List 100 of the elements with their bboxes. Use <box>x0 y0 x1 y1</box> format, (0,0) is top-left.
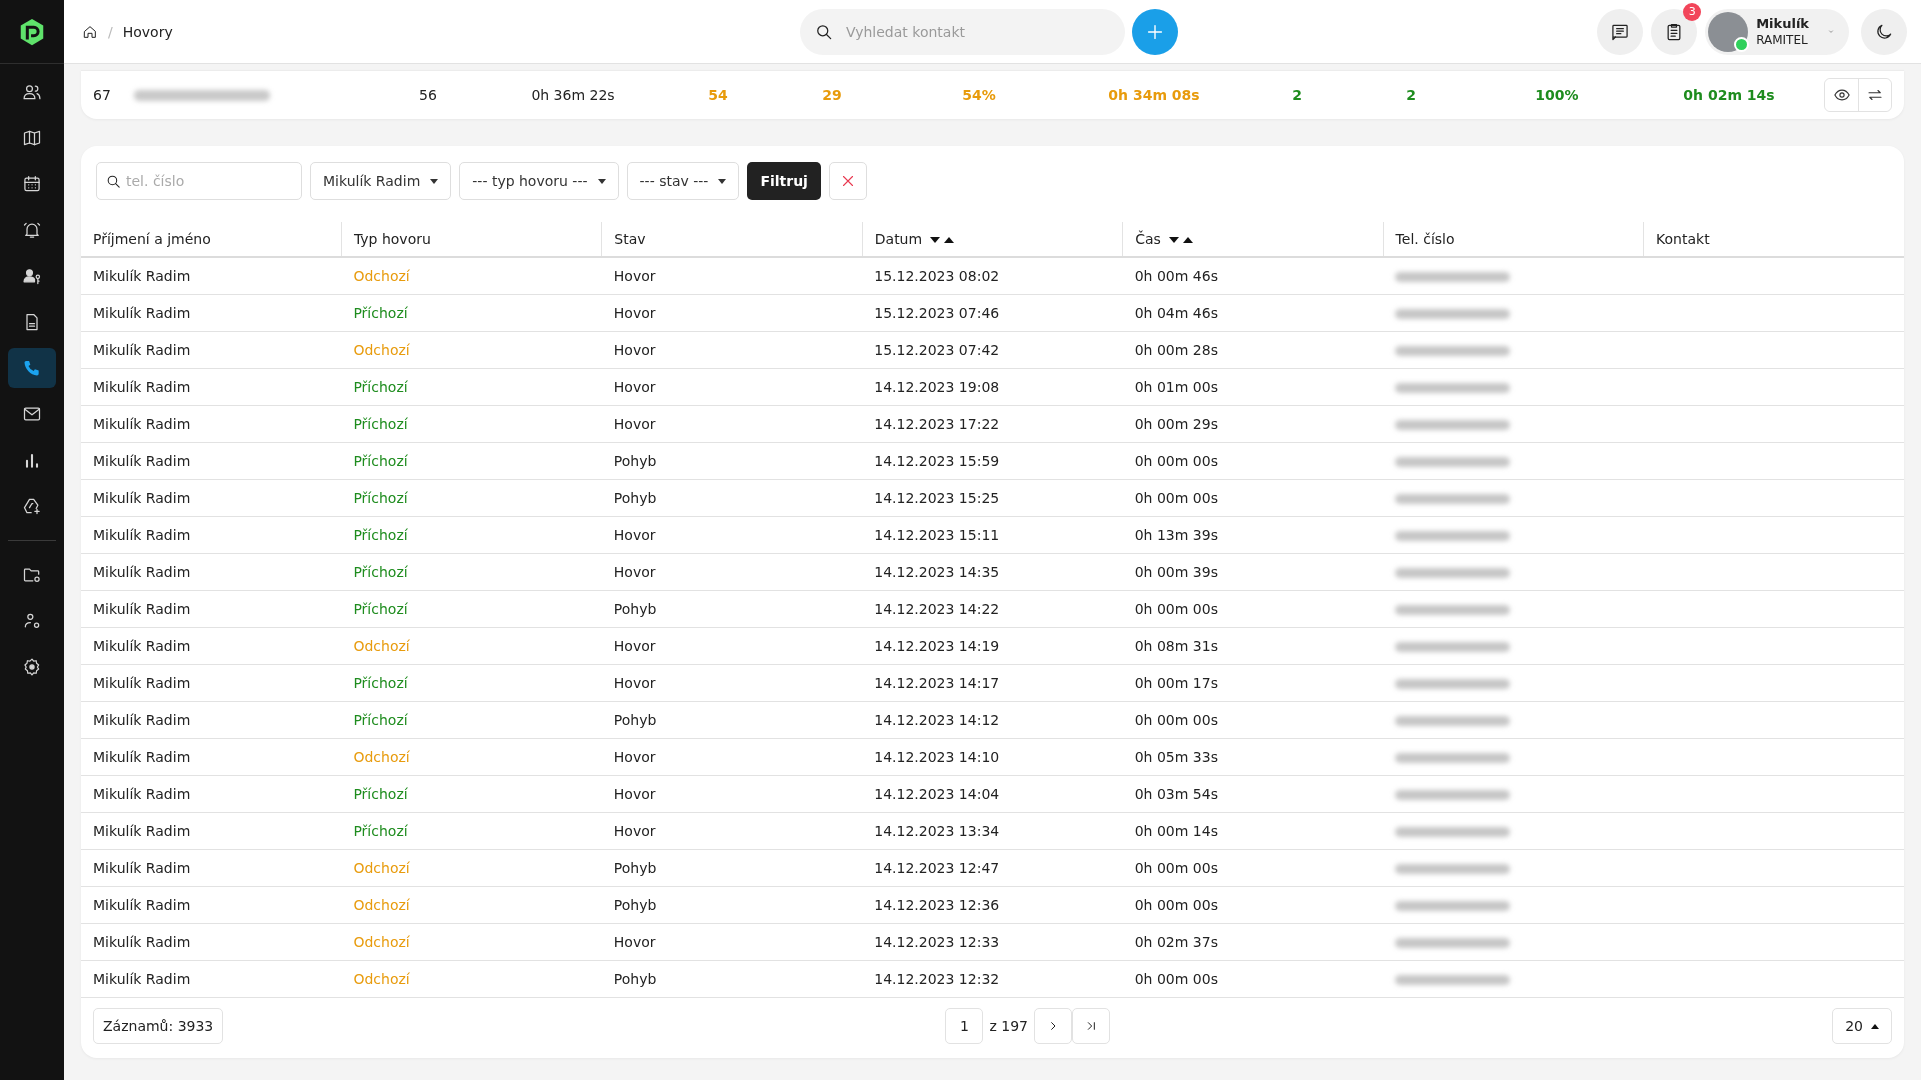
call-type: Příchozí <box>341 405 602 443</box>
call-duration: 0h 00m 39s <box>1122 553 1384 591</box>
column-header: Kontakt <box>1643 222 1904 257</box>
sidebar-item[interactable] <box>8 348 56 388</box>
contact-name: Mikulík Radim <box>81 664 342 702</box>
dark-mode-button[interactable] <box>1861 8 1907 55</box>
call-type: Příchozí <box>341 294 602 332</box>
call-type: Odchozí <box>341 627 602 665</box>
settings-icon <box>22 657 42 677</box>
call-date: 14.12.2023 14:10 <box>862 738 1123 776</box>
contact-name: Mikulík Radim <box>81 849 342 887</box>
summary-value: 54% <box>961 87 997 103</box>
caret-down-icon <box>718 178 727 184</box>
call-date: 14.12.2023 14:35 <box>862 553 1123 591</box>
bell-icon <box>22 220 42 240</box>
contact-name: Mikulík Radim <box>81 553 342 591</box>
contact-name: Mikulík Radim <box>81 627 342 665</box>
call-date: 14.12.2023 14:19 <box>862 627 1123 665</box>
call-duration: 0h 00m 29s <box>1122 405 1384 443</box>
call-state: Pohyb <box>601 590 863 628</box>
summary-value: 56 <box>418 87 438 103</box>
summary-value: 100% <box>1534 87 1580 103</box>
call-type: Příchozí <box>341 775 602 813</box>
call-date: 14.12.2023 14:12 <box>862 701 1123 739</box>
call-date: 14.12.2023 12:33 <box>862 923 1123 961</box>
call-type: Příchozí <box>341 590 602 628</box>
call-date: 14.12.2023 17:22 <box>862 405 1123 443</box>
call-date: 14.12.2023 14:22 <box>862 590 1123 628</box>
person-key-icon <box>22 266 42 286</box>
call-duration: 0h 00m 14s <box>1122 812 1384 850</box>
call-state: Hovor <box>601 516 863 554</box>
call-duration: 0h 02m 37s <box>1122 923 1384 961</box>
call-state: Pohyb <box>601 960 863 998</box>
call-state: Pohyb <box>601 701 863 739</box>
breadcrumb-current: Hovory <box>122 23 173 40</box>
warning-add-icon <box>22 496 42 516</box>
phone-icon <box>22 358 42 378</box>
summary-value: 29 <box>821 87 843 103</box>
contact-name: Mikulík Radim <box>81 886 342 924</box>
call-date: 14.12.2023 12:32 <box>862 960 1123 998</box>
call-date: 15.12.2023 08:02 <box>862 257 1123 295</box>
person-gear-icon <box>22 611 42 631</box>
contact-name: Mikulík Radim <box>81 257 342 295</box>
call-duration: 0h 00m 00s <box>1122 479 1384 517</box>
call-type: Odchozí <box>341 738 602 776</box>
column-header[interactable]: Čas <box>1122 222 1384 257</box>
filter-dropdown[interactable]: --- stav --- <box>626 162 740 200</box>
call-state: Hovor <box>601 923 863 961</box>
call-state: Hovor <box>601 368 863 406</box>
column-header[interactable]: Datum <box>862 222 1123 257</box>
call-duration: 0h 00m 46s <box>1122 257 1384 295</box>
summary-value: 0h 36m 22s <box>530 87 616 103</box>
call-duration: 0h 03m 54s <box>1122 775 1384 813</box>
sort-icon[interactable] <box>1168 237 1193 243</box>
filter-dropdown[interactable]: Mikulík Radim <box>310 162 452 200</box>
call-type: Příchozí <box>341 516 602 554</box>
caret-down-icon <box>597 178 606 184</box>
calendar-icon <box>22 174 42 194</box>
add-button[interactable] <box>1132 8 1178 55</box>
call-date: 14.12.2023 19:08 <box>862 368 1123 406</box>
call-type: Příchozí <box>341 442 602 480</box>
tasks-button[interactable] <box>1651 8 1698 55</box>
page-total: z 197 <box>989 1018 1028 1034</box>
call-date: 14.12.2023 14:17 <box>862 664 1123 702</box>
call-state: Hovor <box>601 405 863 443</box>
page-size-select[interactable]: 20 <box>1832 1008 1892 1044</box>
call-type: Příchozí <box>341 368 602 406</box>
contact-search-field[interactable]: Vyhledat kontakt <box>800 8 1125 55</box>
home-icon[interactable] <box>82 23 98 40</box>
filter-dropdown[interactable]: --- typ hovoru --- <box>459 162 619 200</box>
column-header: Stav <box>601 222 863 257</box>
call-duration: 0h 00m 00s <box>1122 701 1384 739</box>
call-duration: 0h 05m 33s <box>1122 738 1384 776</box>
sort-icon[interactable] <box>930 237 955 243</box>
summary-value: 54 <box>707 87 729 103</box>
call-date: 14.12.2023 15:25 <box>862 479 1123 517</box>
call-type: Příchozí <box>341 553 602 591</box>
filter-button[interactable]: Filtruj <box>747 162 821 200</box>
call-type: Příchozí <box>341 812 602 850</box>
contact-name: Mikulík Radim <box>81 701 342 739</box>
call-type: Odchozí <box>341 886 602 924</box>
page-number-field[interactable]: 1 <box>945 1008 984 1044</box>
contact-name: Mikulík Radim <box>81 405 342 443</box>
call-state: Hovor <box>601 627 863 665</box>
caret-up-icon <box>1871 1023 1879 1029</box>
user-menu[interactable]: Mikulík RAMITEL <box>1705 8 1849 55</box>
contact-name: Mikulík Radim <box>81 960 342 998</box>
call-state: Hovor <box>601 738 863 776</box>
contact-name: Mikulík Radim <box>81 368 342 406</box>
call-type: Příchozí <box>341 701 602 739</box>
call-state: Pohyb <box>601 442 863 480</box>
contact-name: Mikulík Radim <box>81 923 342 961</box>
phone-filter-field[interactable]: tel. číslo <box>96 162 302 200</box>
call-duration: 0h 00m 00s <box>1122 849 1384 887</box>
call-date: 15.12.2023 07:46 <box>862 294 1123 332</box>
call-date: 14.12.2023 12:47 <box>862 849 1123 887</box>
map-icon <box>22 128 42 148</box>
call-date: 14.12.2023 12:36 <box>862 886 1123 924</box>
call-duration: 0h 01m 00s <box>1122 368 1384 406</box>
call-state: Pohyb <box>601 886 863 924</box>
